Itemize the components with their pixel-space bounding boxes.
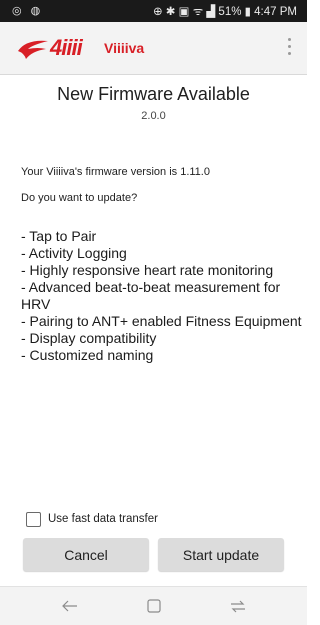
update-prompt: Do you want to update?	[21, 192, 138, 204]
navigation-bar	[0, 586, 307, 625]
fast-transfer-checkbox[interactable]	[26, 512, 41, 527]
status-indicators: ⊕ ✱ ▣ ᯤ ▟ 51% ▮ 4:47 PM	[152, 6, 297, 18]
start-update-button[interactable]: Start update	[158, 538, 284, 571]
fast-transfer-label[interactable]: Use fast data transfer	[48, 513, 158, 525]
feature-item: - Pairing to ANT+ enabled Fitness Equipm…	[21, 313, 302, 329]
feature-item: - Advanced beat-to-beat measurement for …	[21, 279, 281, 312]
status-bar: ◎ ◍ ⊕ ✱ ▣ ᯤ ▟ 51% ▮ 4:47 PM	[0, 0, 307, 22]
logo-swoosh-icon	[18, 40, 48, 59]
app-bar: 4iiii Viiiiva	[0, 22, 307, 75]
feature-item: - Display compatibility	[21, 330, 157, 346]
logo-mark: 4iiii	[50, 35, 83, 60]
recents-icon[interactable]	[228, 597, 248, 615]
back-icon[interactable]	[60, 597, 80, 615]
cancel-button[interactable]: Cancel	[23, 538, 149, 571]
feature-list: - Tap to Pair - Activity Logging - Highl…	[21, 228, 303, 364]
dialog-title: New Firmware Available	[57, 84, 250, 104]
app-name: Viiiiva	[104, 40, 145, 56]
home-icon[interactable]	[144, 597, 164, 615]
feature-item: - Highly responsive heart rate monitorin…	[21, 262, 274, 278]
current-version-text: Your Viiiiva's firmware version is 1.11.…	[21, 166, 210, 178]
feature-item: - Activity Logging	[21, 245, 127, 261]
feature-item: - Customized naming	[21, 347, 154, 363]
notification-icons: ◎ ◍	[12, 5, 44, 17]
new-version: 2.0.0	[141, 110, 166, 122]
feature-item: - Tap to Pair	[21, 228, 97, 244]
overflow-menu-icon[interactable]	[285, 38, 293, 60]
